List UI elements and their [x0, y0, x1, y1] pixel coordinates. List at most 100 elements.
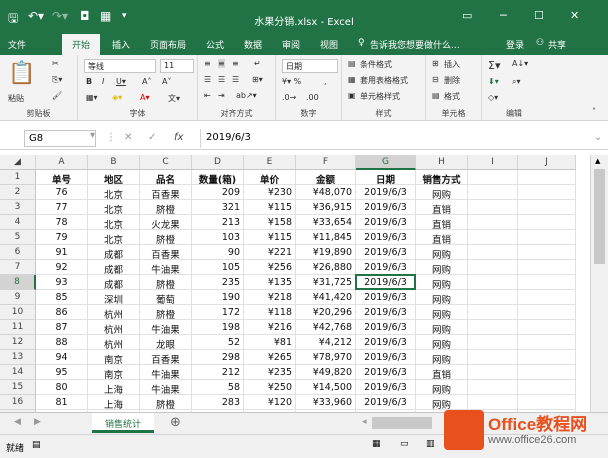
- scroll-up-icon[interactable]: ▲: [595, 157, 600, 165]
- paste-icon[interactable]: 📋: [8, 61, 35, 86]
- insert-cells-icon[interactable]: ⊞: [432, 59, 439, 68]
- format-painter-icon[interactable]: 🖌: [52, 91, 62, 100]
- table-cell[interactable]: 脐橙: [140, 275, 192, 290]
- table-cell[interactable]: [518, 305, 576, 320]
- column-header-f[interactable]: F: [296, 155, 356, 170]
- row-header[interactable]: 5: [0, 230, 36, 245]
- column-header-d[interactable]: D: [192, 155, 244, 170]
- table-cell[interactable]: 90: [192, 245, 244, 260]
- table-cell[interactable]: [518, 380, 576, 395]
- table-cell[interactable]: ¥33,654: [296, 215, 356, 230]
- table-cell[interactable]: [468, 185, 518, 200]
- cell-styles-button[interactable]: 单元格样式: [360, 91, 400, 102]
- table-cell[interactable]: [518, 290, 576, 305]
- number-format-combo[interactable]: 日期: [282, 59, 338, 73]
- tell-me-input[interactable]: 告诉我您想要做什么...: [370, 38, 460, 51]
- table-cell[interactable]: 52: [192, 335, 244, 350]
- tab-view[interactable]: 视图: [320, 38, 338, 51]
- table-cell[interactable]: [468, 245, 518, 260]
- table-cell[interactable]: [468, 305, 518, 320]
- table-cell[interactable]: [518, 260, 576, 275]
- table-cell[interactable]: 2019/6/3: [356, 335, 416, 350]
- table-cell[interactable]: [518, 200, 576, 215]
- table-header-cell[interactable]: [518, 170, 576, 185]
- row-header[interactable]: 6: [0, 245, 36, 260]
- increase-decimal-icon[interactable]: .0→: [282, 93, 296, 102]
- table-cell[interactable]: 2019/6/3: [356, 350, 416, 365]
- table-cell[interactable]: ¥20,296: [296, 305, 356, 320]
- table-header-cell[interactable]: 品名: [140, 170, 192, 185]
- decrease-decimal-icon[interactable]: .00: [306, 93, 319, 102]
- table-cell[interactable]: 火龙果: [140, 215, 192, 230]
- scroll-thumb[interactable]: [594, 169, 605, 264]
- insert-function-icon[interactable]: fx: [174, 132, 183, 143]
- table-header-cell[interactable]: 单价: [244, 170, 296, 185]
- row-header[interactable]: 7: [0, 260, 36, 275]
- paste-button[interactable]: 粘贴: [8, 93, 24, 104]
- table-cell[interactable]: [468, 200, 518, 215]
- table-cell[interactable]: 网购: [416, 335, 468, 350]
- table-cell[interactable]: 58: [192, 380, 244, 395]
- format-cells-icon[interactable]: ▤: [432, 91, 440, 100]
- table-cell[interactable]: ¥49,820: [296, 365, 356, 380]
- find-select-icon[interactable]: ⌕▾: [512, 77, 521, 87]
- row-header[interactable]: 10: [0, 305, 36, 320]
- row-header[interactable]: 3: [0, 200, 36, 215]
- tab-formulas[interactable]: 公式: [206, 38, 224, 51]
- expand-formula-icon[interactable]: ⌄: [594, 132, 602, 143]
- clear-icon[interactable]: ◇▾: [488, 93, 498, 102]
- table-cell[interactable]: 81: [36, 395, 88, 410]
- table-cell[interactable]: ¥26,880: [296, 260, 356, 275]
- table-cell[interactable]: 网购: [416, 320, 468, 335]
- table-cell[interactable]: [518, 320, 576, 335]
- table-cell[interactable]: 209: [192, 185, 244, 200]
- table-cell[interactable]: ¥33,960: [296, 395, 356, 410]
- table-cell[interactable]: 成都: [88, 260, 140, 275]
- table-cell[interactable]: 杭州: [88, 320, 140, 335]
- table-cell[interactable]: 91: [36, 245, 88, 260]
- page-layout-view-icon[interactable]: ▭: [400, 439, 409, 449]
- tab-insert[interactable]: 插入: [112, 38, 130, 51]
- select-all-corner[interactable]: ◢: [0, 155, 36, 170]
- next-sheet-icon[interactable]: ▶: [34, 417, 41, 427]
- table-cell[interactable]: ¥115: [244, 200, 296, 215]
- table-cell[interactable]: 85: [36, 290, 88, 305]
- table-cell[interactable]: 直销: [416, 365, 468, 380]
- hscroll-left-icon[interactable]: ◂: [362, 417, 367, 427]
- table-cell[interactable]: ¥216: [244, 320, 296, 335]
- table-cell[interactable]: 95: [36, 365, 88, 380]
- prev-sheet-icon[interactable]: ◀: [14, 417, 21, 427]
- table-cell[interactable]: 网购: [416, 350, 468, 365]
- sheet-tab-sales[interactable]: 销售统计: [92, 413, 154, 433]
- conditional-formatting-icon[interactable]: ▤: [348, 59, 356, 68]
- table-cell[interactable]: 脐橙: [140, 305, 192, 320]
- table-cell[interactable]: ¥48,070: [296, 185, 356, 200]
- name-box-dropdown-icon[interactable]: ▾: [90, 130, 95, 141]
- table-cell[interactable]: ¥36,915: [296, 200, 356, 215]
- table-cell[interactable]: ¥14,500: [296, 380, 356, 395]
- currency-icon[interactable]: ¥▾ %: [282, 77, 301, 86]
- sign-in-link[interactable]: 登录: [506, 38, 524, 51]
- fill-color-icon[interactable]: ◈▾: [112, 93, 122, 102]
- table-cell[interactable]: [468, 275, 518, 290]
- close-button[interactable]: ✕: [570, 9, 579, 22]
- share-button[interactable]: 共享: [548, 38, 566, 51]
- table-cell[interactable]: 213: [192, 215, 244, 230]
- row-header[interactable]: 8: [0, 275, 36, 290]
- table-cell[interactable]: 网购: [416, 305, 468, 320]
- comma-style-icon[interactable]: ,: [324, 77, 327, 86]
- table-cell[interactable]: ¥265: [244, 350, 296, 365]
- align-center-icon[interactable]: ☰: [218, 75, 225, 84]
- table-cell[interactable]: [468, 365, 518, 380]
- table-cell[interactable]: 南京: [88, 350, 140, 365]
- table-cell[interactable]: 龙眼: [140, 335, 192, 350]
- font-name-combo[interactable]: 等线: [84, 59, 156, 73]
- table-header-cell[interactable]: 地区: [88, 170, 140, 185]
- font-size-combo[interactable]: 11: [160, 59, 194, 73]
- table-cell[interactable]: 88: [36, 335, 88, 350]
- align-middle-icon[interactable]: ≡: [218, 59, 225, 68]
- table-cell[interactable]: ¥78,970: [296, 350, 356, 365]
- table-cell[interactable]: 脐橙: [140, 200, 192, 215]
- table-cell[interactable]: ¥41,420: [296, 290, 356, 305]
- table-header-cell[interactable]: 金额: [296, 170, 356, 185]
